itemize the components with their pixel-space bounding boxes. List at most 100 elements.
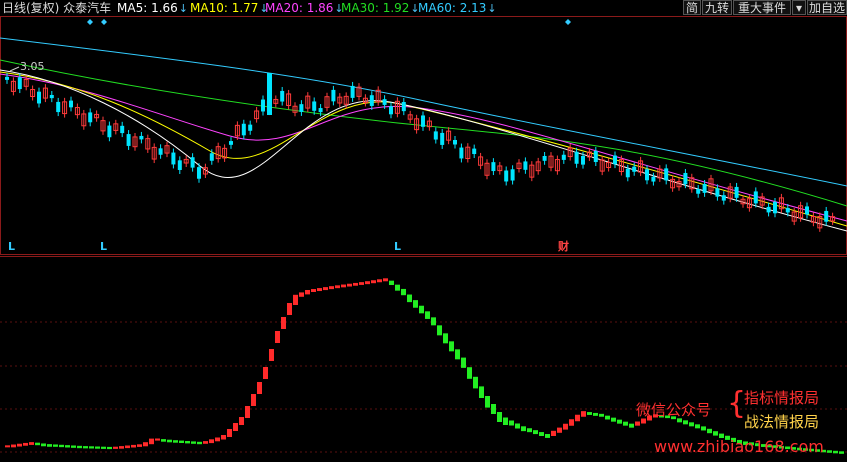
indicator-bar (209, 439, 214, 444)
indicator-bar (107, 446, 112, 450)
diamond-icon (87, 19, 93, 25)
candle-body (824, 210, 829, 222)
indicator-bar (59, 444, 64, 448)
candle-body (702, 183, 707, 193)
indicator-bar (245, 406, 250, 418)
candle-body (523, 161, 528, 170)
diamond-icon (565, 19, 571, 25)
candles (5, 72, 836, 232)
indicator-bar (101, 446, 106, 449)
indicator-bar (437, 325, 442, 336)
candle-body (5, 76, 9, 80)
candle-body (248, 124, 253, 131)
candle-body (197, 167, 201, 179)
indicator-bar (11, 444, 16, 448)
indicator-bar (551, 430, 556, 436)
candle-body (574, 151, 579, 164)
candle-body (433, 131, 438, 140)
candle-body (651, 176, 656, 182)
indicator-bar (329, 286, 334, 290)
candle-body (88, 112, 93, 123)
indicator-bar (137, 444, 142, 447)
chart-header: 日线(复权) 众泰汽车 MA5: 1.66↓ MA10: 1.77↓ MA20:… (0, 0, 847, 16)
chevron-down-icon[interactable]: ▾ (792, 0, 806, 15)
candle-body (267, 73, 272, 115)
watermark-url: www.zhibiao168.com (654, 437, 824, 456)
add-favorite-button[interactable]: 加自选 (807, 0, 847, 15)
indicator-bar (443, 333, 448, 344)
indicator-bar (371, 280, 376, 284)
candle-body (120, 125, 125, 134)
indicator-bar (239, 417, 244, 425)
indicator-bar (395, 284, 400, 291)
indicator-bar (233, 423, 238, 431)
candle-body (401, 102, 406, 112)
indicator-bar (581, 411, 586, 417)
indicator-bar (521, 426, 526, 432)
indicator-bar (47, 444, 52, 447)
candle-body (369, 95, 374, 106)
candle-body (440, 132, 445, 145)
indicator-bar (17, 443, 22, 447)
candle-body (459, 147, 464, 159)
indicator-bar (71, 445, 76, 448)
indicator-bar (125, 445, 130, 449)
chart-title: 日线(复权) 众泰汽车 (2, 1, 112, 15)
indicator-bar (35, 442, 40, 446)
candle-body (472, 148, 477, 155)
indicator-bar (533, 430, 538, 435)
indicator-bar (425, 311, 430, 319)
indicator-bar (215, 437, 220, 442)
indicator-bar (131, 444, 136, 448)
ma-line (0, 71, 847, 227)
ma60-indicator: MA60: 2.13↓ (418, 1, 497, 15)
indicator-bar (341, 284, 346, 288)
indicator-bar (287, 303, 292, 315)
indicator-bar (77, 445, 82, 449)
indicator-bar (149, 438, 154, 445)
indicator-bar (227, 429, 232, 437)
candle-body (625, 168, 630, 178)
candle-body (773, 201, 777, 214)
candle-body (56, 101, 61, 113)
candle-body (331, 89, 336, 102)
indicator-bar (545, 434, 550, 438)
candle-body (69, 100, 73, 108)
simple-button[interactable]: 简 (683, 0, 701, 15)
indicator-bar (113, 446, 118, 449)
candle-body (753, 191, 758, 204)
indicator-bar (359, 282, 364, 285)
indicator-bar (833, 450, 838, 454)
candle-body (171, 152, 176, 165)
arrow-down-icon: ↓ (487, 2, 497, 15)
candle-body (241, 123, 246, 136)
candle-body (766, 206, 771, 213)
indicator-bar (515, 423, 520, 429)
ma-line (0, 69, 847, 232)
indicator-bar (119, 446, 124, 449)
indicator-bar (575, 414, 580, 422)
indicator-bar (827, 450, 832, 453)
indicator-bar (311, 289, 316, 292)
indicator-bar (479, 386, 484, 398)
indicator-bar (23, 442, 28, 446)
indicator-bar (389, 280, 394, 286)
candle-body (126, 134, 131, 146)
arrow-down-icon: ↓ (178, 2, 189, 15)
indicator-bar (185, 441, 190, 444)
indicator-bar (557, 427, 562, 433)
indicator-bar (617, 419, 622, 424)
candlestick-chart: 3.05 L L L 财 (0, 16, 847, 255)
indicator-bar (605, 415, 610, 420)
indicator-bar (563, 423, 568, 430)
indicator-bar (527, 428, 532, 433)
candle-body (261, 99, 265, 112)
nine-turn-button[interactable]: 九转 (702, 0, 732, 15)
indicator-bar (155, 438, 160, 441)
events-button[interactable]: 重大事件 (733, 0, 791, 15)
indicator-bar (623, 421, 628, 426)
candle-body (350, 85, 355, 98)
indicator-bar (707, 428, 712, 434)
candle-body (696, 189, 701, 194)
marker-l: L (8, 240, 15, 253)
